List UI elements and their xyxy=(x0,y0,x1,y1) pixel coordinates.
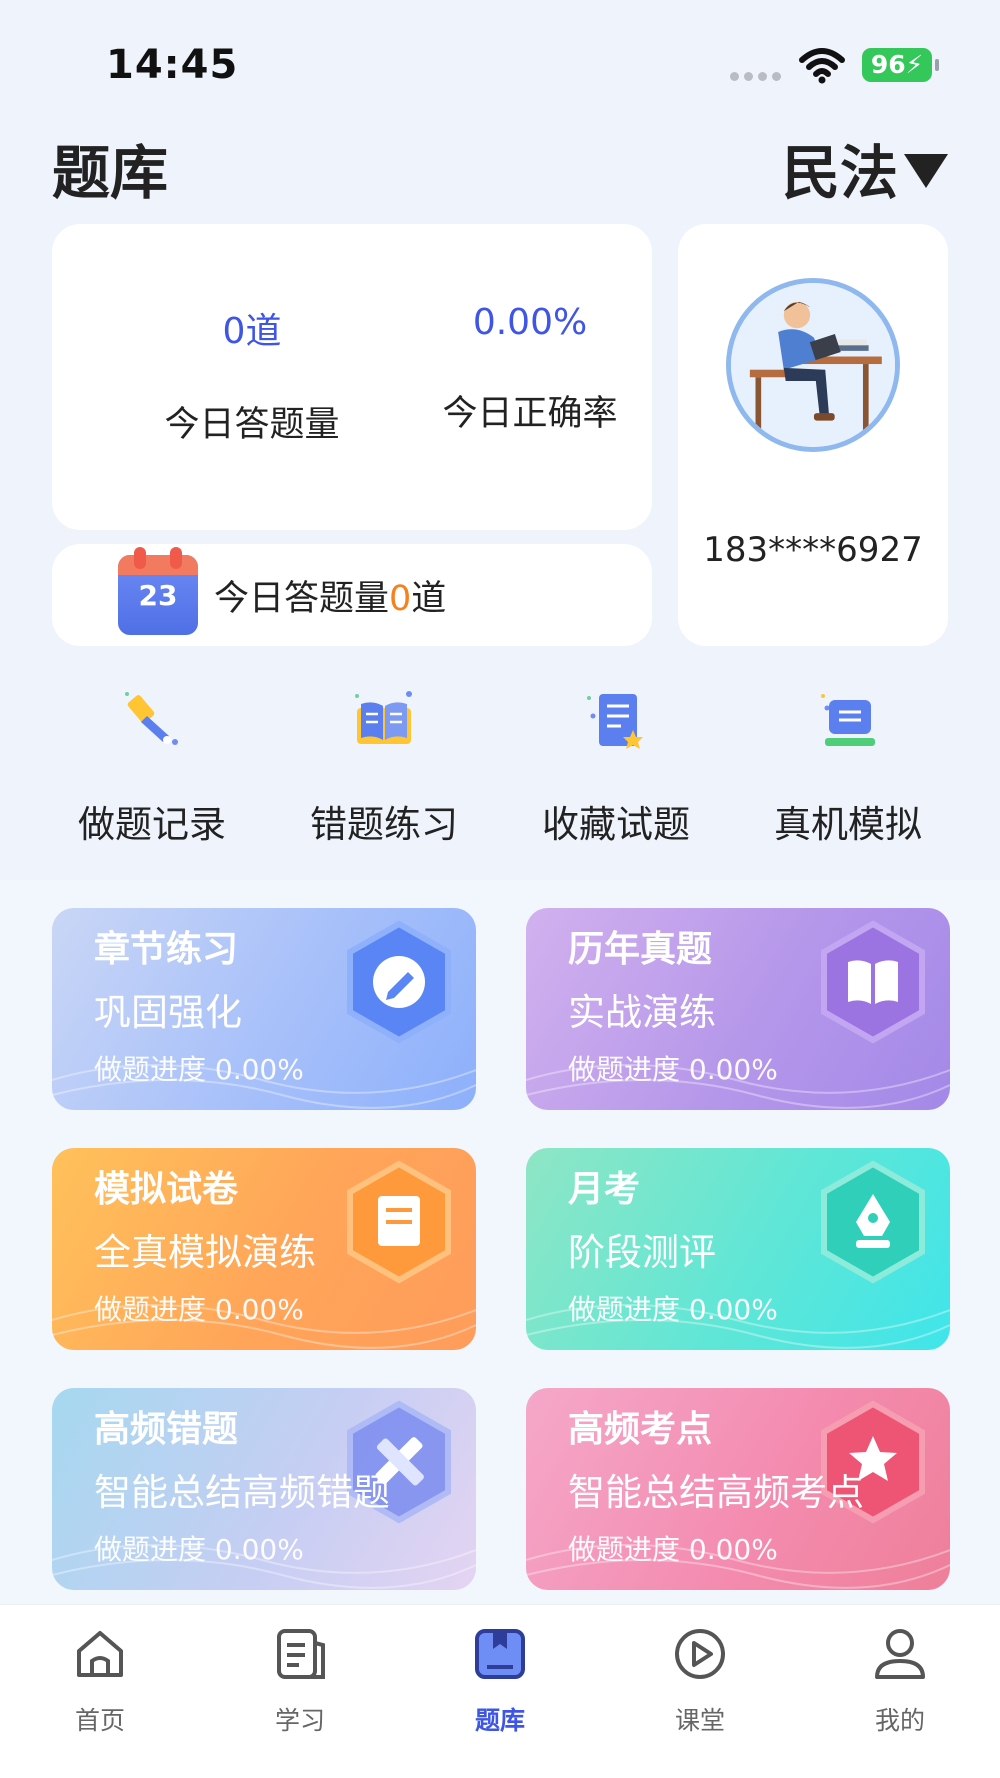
wave-decoration xyxy=(52,1544,476,1589)
today-summary-card: 23 今日答题量0道 xyxy=(52,544,652,646)
quick-action-simulation[interactable]: 真机模拟 xyxy=(732,686,964,848)
tab-study[interactable]: 学习 xyxy=(200,1605,400,1778)
module-title: 历年真题 xyxy=(568,929,713,970)
tab-label: 首页 xyxy=(74,1706,125,1735)
module-subtitle: 智能总结高频错题 xyxy=(94,1471,390,1514)
notes-icon xyxy=(277,1629,325,1679)
module-frequent-topics[interactable]: 高频考点 智能总结高频考点 做题进度 0.00% xyxy=(526,1388,950,1590)
module-mock-papers[interactable]: 模拟试卷 全真模拟演练 做题进度 0.00% xyxy=(52,1148,476,1350)
page-title: 题库 xyxy=(52,139,169,207)
bookmark-document-icon xyxy=(587,694,643,749)
today-summary-prefix: 今日答题量 xyxy=(214,578,390,619)
module-title: 模拟试卷 xyxy=(94,1169,239,1210)
quick-action-label: 做题记录 xyxy=(78,803,226,846)
pen-icon xyxy=(125,692,178,745)
today-summary-count: 0 xyxy=(389,578,412,619)
module-chapter-practice[interactable]: 章节练习 巩固强化 做题进度 0.00% xyxy=(52,908,476,1110)
module-subtitle: 智能总结高频考点 xyxy=(568,1471,864,1514)
module-title: 章节练习 xyxy=(94,929,239,970)
wifi-icon xyxy=(799,48,845,84)
pen-nib-icon xyxy=(821,1160,925,1284)
quick-action-label: 收藏试题 xyxy=(542,803,690,846)
quick-actions: 做题记录 错题练习 收藏试题 真机模拟 xyxy=(0,686,1000,848)
today-summary-suffix: 道 xyxy=(411,578,447,619)
book-icon xyxy=(821,920,925,1044)
module-title: 高频错题 xyxy=(94,1409,239,1450)
daily-accuracy-stat: 0.00% 今日正确率 xyxy=(400,302,660,436)
tab-label: 题库 xyxy=(474,1706,525,1735)
question-bank-icon xyxy=(475,1629,525,1679)
subject-selector[interactable]: 民法 xyxy=(782,126,948,210)
wave-decoration xyxy=(52,1064,476,1109)
play-icon xyxy=(675,1629,725,1679)
tab-question-bank[interactable]: 题库 xyxy=(400,1605,600,1778)
module-title: 月考 xyxy=(568,1169,641,1210)
quick-action-records[interactable]: 做题记录 xyxy=(36,686,268,848)
calendar-icon: 23 xyxy=(118,547,198,635)
subject-label: 民法 xyxy=(781,139,898,207)
today-summary-text: 今日答题量0道 xyxy=(214,570,446,621)
computer-icon xyxy=(821,694,875,746)
open-book-icon xyxy=(355,691,412,744)
tab-label: 我的 xyxy=(874,1706,925,1735)
wave-decoration xyxy=(526,1544,950,1589)
module-monthly-exam[interactable]: 月考 阶段测评 做题进度 0.00% xyxy=(526,1148,950,1350)
user-phone: 183****6927 xyxy=(703,530,923,570)
home-icon xyxy=(77,1631,123,1677)
scroll-icon xyxy=(347,1160,451,1284)
tab-profile[interactable]: 我的 xyxy=(800,1605,1000,1778)
wave-decoration xyxy=(52,1304,476,1349)
tab-label: 课堂 xyxy=(674,1706,725,1735)
daily-count-label: 今日答题量 xyxy=(164,405,340,445)
module-past-exams[interactable]: 历年真题 实战演练 做题进度 0.00% xyxy=(526,908,950,1110)
profile-card[interactable]: 183****6927 xyxy=(678,224,948,646)
quick-action-label: 真机模拟 xyxy=(774,803,922,846)
battery-level: 96 xyxy=(870,50,906,79)
quick-action-favorites[interactable]: 收藏试题 xyxy=(500,686,732,848)
status-bar: 14:45 96⚡ xyxy=(0,0,1000,120)
signal-dots-icon xyxy=(730,72,781,81)
tab-classroom[interactable]: 课堂 xyxy=(600,1605,800,1778)
module-subtitle: 巩固强化 xyxy=(94,991,242,1034)
daily-accuracy-label: 今日正确率 xyxy=(442,394,618,434)
module-title: 高频考点 xyxy=(568,1409,713,1450)
daily-count-stat: 0道 今日答题量 xyxy=(122,302,382,447)
module-subtitle: 全真模拟演练 xyxy=(94,1231,316,1274)
quick-action-wrong-questions[interactable]: 错题练习 xyxy=(268,686,500,848)
daily-stats-card: 0道 今日答题量 0.00% 今日正确率 xyxy=(52,224,652,530)
battery-indicator: 96⚡ xyxy=(862,48,939,82)
quick-action-label: 错题练习 xyxy=(310,803,458,846)
daily-count-value: 0道 xyxy=(222,311,282,352)
module-subtitle: 实战演练 xyxy=(568,991,716,1034)
status-time: 14:45 xyxy=(106,42,239,88)
bottom-tab-bar: 首页 学习 题库 课堂 我的 xyxy=(0,1604,1000,1778)
daily-accuracy-value: 0.00% xyxy=(472,302,588,343)
caret-down-icon xyxy=(904,154,948,188)
user-icon xyxy=(875,1629,925,1679)
chat-pen-icon xyxy=(347,920,451,1044)
tab-home[interactable]: 首页 xyxy=(0,1605,200,1778)
wave-decoration xyxy=(526,1304,950,1349)
avatar[interactable] xyxy=(726,278,900,452)
module-frequent-mistakes[interactable]: 高频错题 智能总结高频错题 做题进度 0.00% xyxy=(52,1388,476,1590)
calendar-day: 23 xyxy=(138,579,178,612)
wave-decoration xyxy=(526,1064,950,1109)
tab-label: 学习 xyxy=(274,1706,325,1735)
module-subtitle: 阶段测评 xyxy=(568,1231,716,1274)
